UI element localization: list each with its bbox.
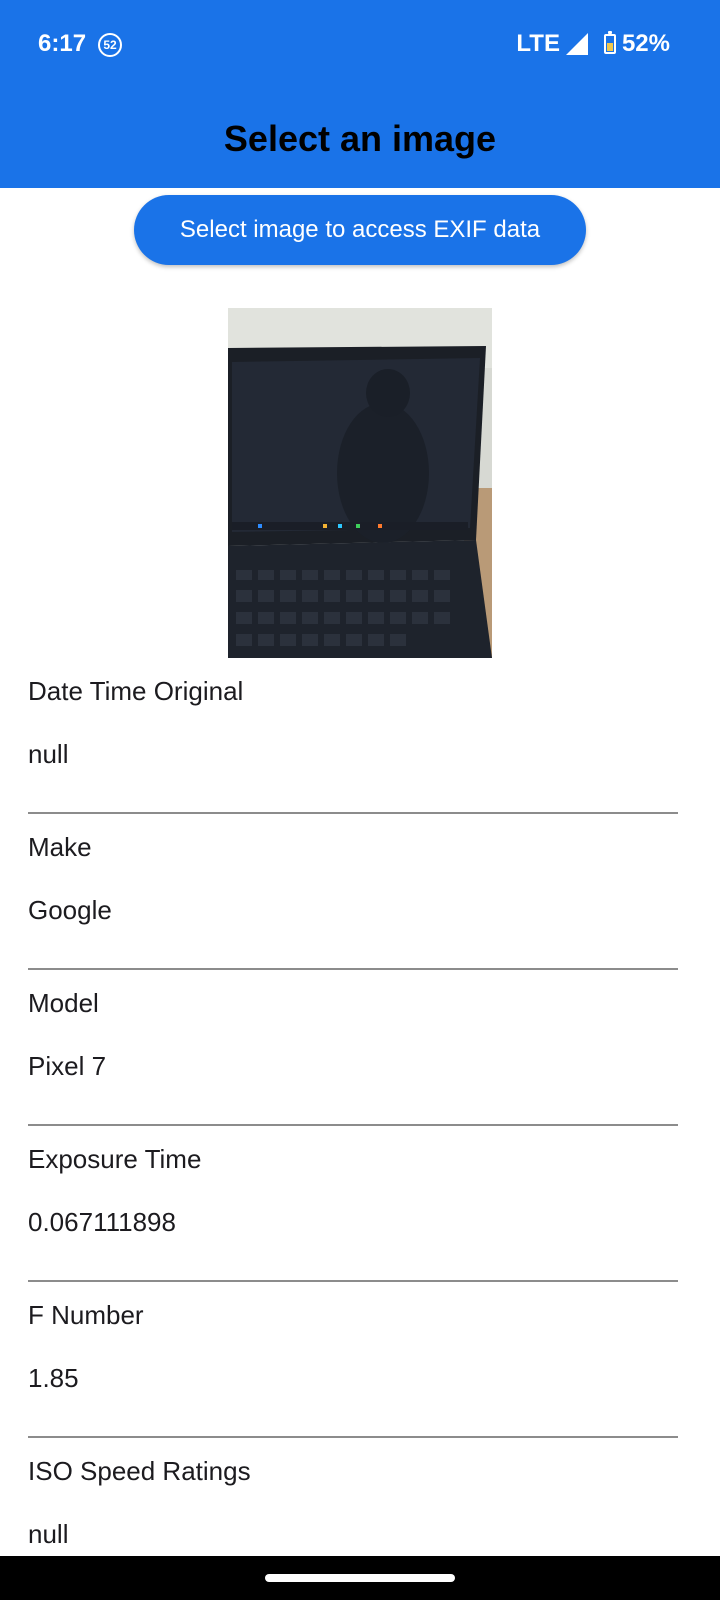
exif-value: Pixel 7 [28,1051,107,1081]
exif-value: Google [28,895,112,925]
exif-row-model: Model Pixel 7 [28,970,678,1126]
exif-value: null [28,739,69,769]
exif-value: null [28,1519,69,1549]
exif-label: ISO Speed Ratings [28,1456,251,1486]
select-image-button[interactable]: Select image to access EXIF data [134,195,586,265]
exif-row-make: Make Google [28,814,678,970]
exif-label: Exposure Time [28,1144,202,1174]
network-type: LTE [516,30,560,57]
page-title: Select an image [223,118,497,159]
signal-icon [565,33,588,55]
home-gesture-handle[interactable] [265,1574,455,1582]
exif-label: Model [28,988,99,1018]
battery-icon [603,31,616,54]
selected-image-preview [228,308,492,658]
app-bar: Select an image [0,88,720,188]
exif-label: Make [28,832,92,862]
exif-value: 0.067111898 [28,1207,176,1237]
exif-label: Date Time Original [28,676,244,706]
exif-row-exposure-time: Exposure Time 0.067111898 [28,1126,678,1282]
exif-label: F Number [28,1300,144,1330]
status-indicators: LTE 52% [516,30,670,58]
notification-count-badge: 52 [98,33,122,57]
exif-row-date-time-original: Date Time Original null [28,658,678,814]
status-bar: 6:17 52 LTE 52% [0,0,720,88]
exif-row-f-number: F Number 1.85 [28,1282,678,1438]
exif-value: 1.85 [28,1363,79,1393]
system-navigation-bar [0,1556,720,1600]
exif-list: Date Time Original null Make Google Mode… [28,658,678,1592]
battery-percent: 52% [621,30,670,57]
status-time: 6:17 [38,30,87,57]
laptop-photo-icon [228,308,492,658]
